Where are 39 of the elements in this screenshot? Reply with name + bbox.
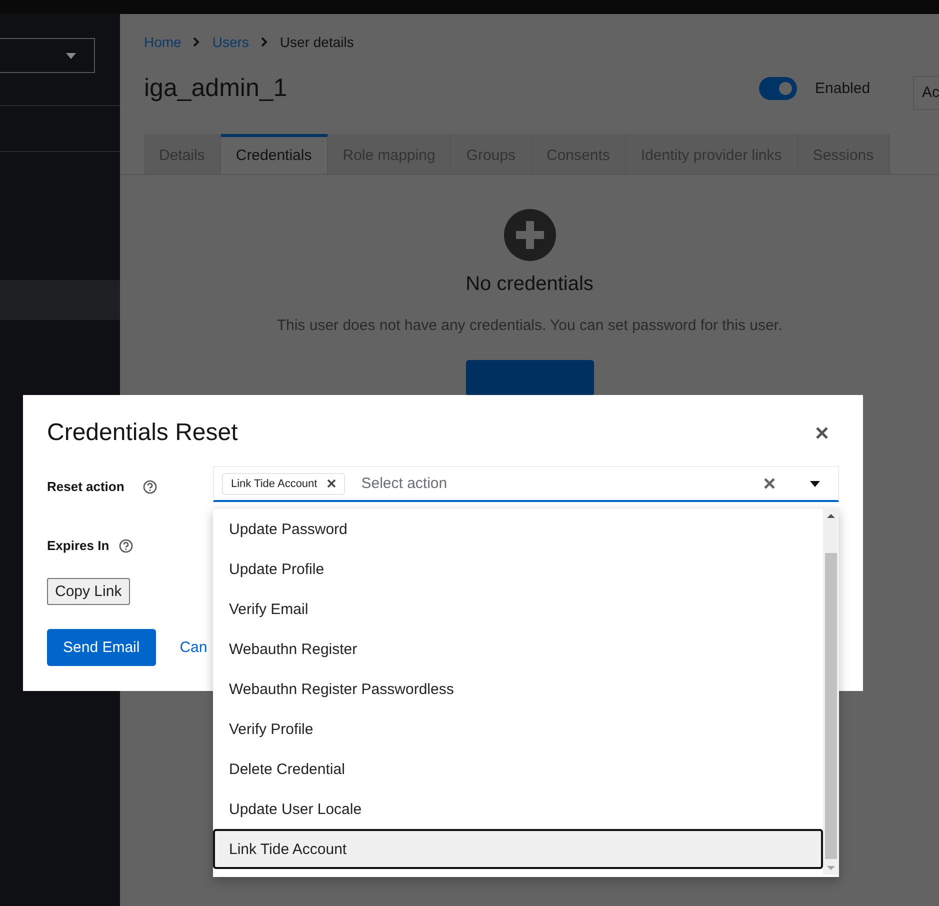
remove-icon[interactable] [327,479,336,488]
empty-state-description: This user does not have any credentials. You can set password for this user. [276,317,782,334]
select-input[interactable]: Select action [359,474,764,493]
help-icon[interactable] [119,538,134,552]
action-dropdown[interactable]: Ac [913,76,939,110]
chip-label: Link Tide Account [231,478,318,490]
enabled-switch[interactable] [759,76,797,100]
chevron-icon [260,37,268,47]
switch-label: Enabled [815,80,872,96]
menu-item[interactable]: Update User Locale [213,789,823,829]
caret-icon [66,52,76,58]
menu-item[interactable]: Update Password [213,509,823,549]
scrollbar-drawing[interactable] [823,509,839,875]
empty-state-title: No credentials [466,273,594,296]
menu-item[interactable]: Link Tide Account [213,829,823,869]
cancel-link[interactable]: Can [180,639,208,656]
menu-item[interactable]: Webauthn Register Passwordless [213,669,823,709]
send-email-button[interactable]: Send Email [47,629,156,666]
menu-item[interactable]: Webauthn Register [213,629,823,669]
set-password-button[interactable] [466,360,594,396]
reset-action-select[interactable]: Link Tide Account Select action [213,466,839,502]
modal-title: Credentials Reset [47,419,238,447]
menu-item[interactable]: Update Profile [213,549,823,589]
add-icon [502,208,556,262]
field-label: Expires In [47,538,110,553]
menu-item[interactable]: Verify Profile [213,709,823,749]
field-label: Reset action [47,479,126,494]
page-title: iga_admin_1 [144,74,288,102]
tab[interactable]: Credentials [220,134,328,174]
caret-icon[interactable] [810,480,820,486]
copy-link-button[interactable]: Copy Link [47,578,130,605]
chevron-icon [193,37,200,47]
breadcrumb-current: User details [280,34,354,50]
menu-item[interactable]: Verify Email [213,589,823,629]
realm-dropdown[interactable] [0,38,95,73]
close-icon[interactable] [816,427,828,439]
clear-icon[interactable] [764,478,775,489]
help-icon[interactable] [143,480,157,494]
menu-item[interactable]: Delete Credential [213,749,823,789]
